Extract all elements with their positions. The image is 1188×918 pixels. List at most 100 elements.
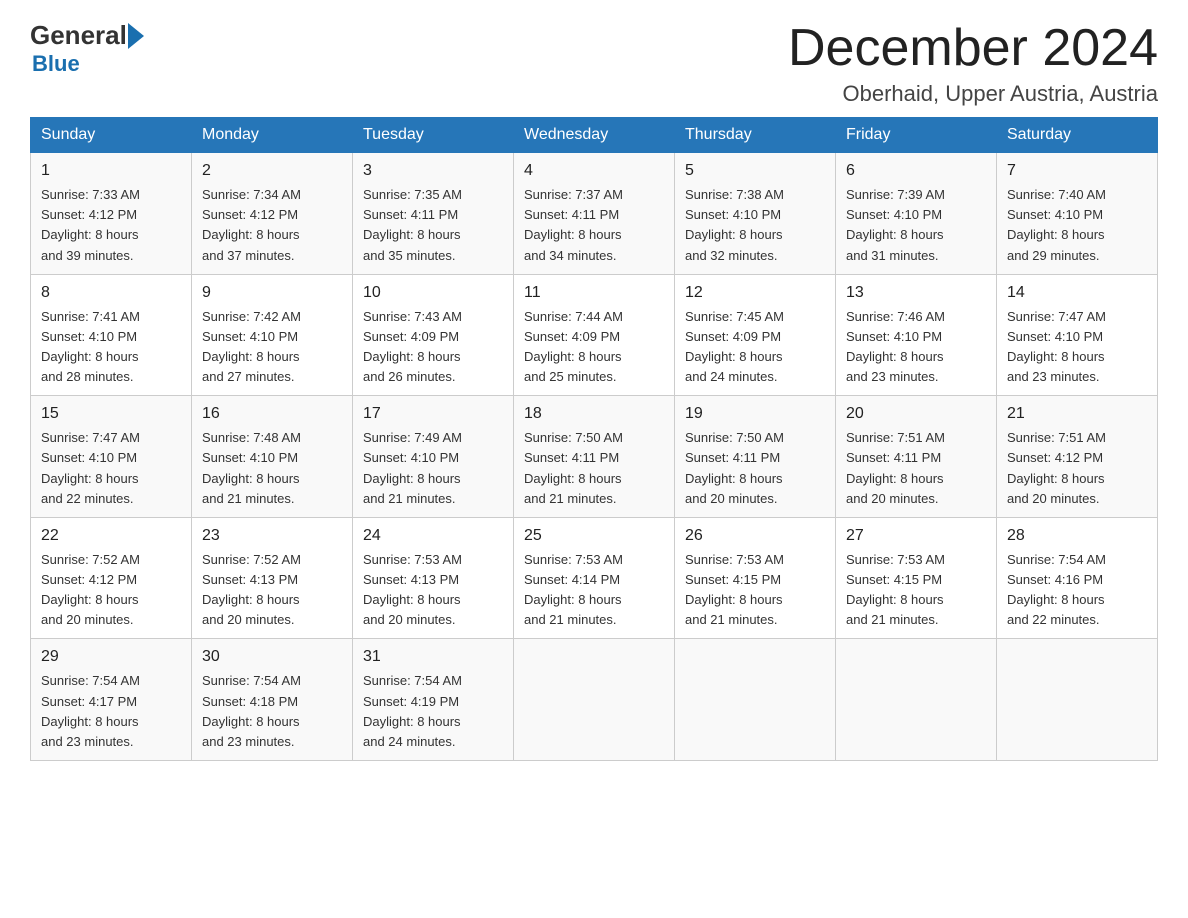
day-info: Sunrise: 7:37 AMSunset: 4:11 PMDaylight:… <box>524 187 623 262</box>
day-number: 18 <box>524 402 664 426</box>
day-number: 1 <box>41 159 181 183</box>
logo: General Blue <box>30 20 144 77</box>
day-info: Sunrise: 7:53 AMSunset: 4:13 PMDaylight:… <box>363 552 462 627</box>
day-number: 7 <box>1007 159 1147 183</box>
page-header: General Blue December 2024 Oberhaid, Upp… <box>30 20 1158 107</box>
day-info: Sunrise: 7:39 AMSunset: 4:10 PMDaylight:… <box>846 187 945 262</box>
calendar-cell: 1 Sunrise: 7:33 AMSunset: 4:12 PMDayligh… <box>31 153 192 275</box>
calendar-week-3: 15 Sunrise: 7:47 AMSunset: 4:10 PMDaylig… <box>31 396 1158 518</box>
calendar-cell: 25 Sunrise: 7:53 AMSunset: 4:14 PMDaylig… <box>514 517 675 639</box>
calendar-cell: 16 Sunrise: 7:48 AMSunset: 4:10 PMDaylig… <box>192 396 353 518</box>
weekday-header-friday: Friday <box>836 118 997 153</box>
day-info: Sunrise: 7:54 AMSunset: 4:16 PMDaylight:… <box>1007 552 1106 627</box>
calendar-cell: 14 Sunrise: 7:47 AMSunset: 4:10 PMDaylig… <box>997 274 1158 396</box>
day-info: Sunrise: 7:52 AMSunset: 4:13 PMDaylight:… <box>202 552 301 627</box>
calendar-cell: 22 Sunrise: 7:52 AMSunset: 4:12 PMDaylig… <box>31 517 192 639</box>
day-info: Sunrise: 7:47 AMSunset: 4:10 PMDaylight:… <box>1007 309 1106 384</box>
day-info: Sunrise: 7:47 AMSunset: 4:10 PMDaylight:… <box>41 430 140 505</box>
weekday-header-saturday: Saturday <box>997 118 1158 153</box>
day-number: 22 <box>41 524 181 548</box>
calendar-cell: 18 Sunrise: 7:50 AMSunset: 4:11 PMDaylig… <box>514 396 675 518</box>
day-info: Sunrise: 7:40 AMSunset: 4:10 PMDaylight:… <box>1007 187 1106 262</box>
calendar-cell: 26 Sunrise: 7:53 AMSunset: 4:15 PMDaylig… <box>675 517 836 639</box>
weekday-header-sunday: Sunday <box>31 118 192 153</box>
day-number: 21 <box>1007 402 1147 426</box>
day-number: 9 <box>202 281 342 305</box>
calendar-cell: 8 Sunrise: 7:41 AMSunset: 4:10 PMDayligh… <box>31 274 192 396</box>
day-info: Sunrise: 7:45 AMSunset: 4:09 PMDaylight:… <box>685 309 784 384</box>
day-info: Sunrise: 7:46 AMSunset: 4:10 PMDaylight:… <box>846 309 945 384</box>
day-number: 24 <box>363 524 503 548</box>
calendar-cell <box>514 639 675 761</box>
calendar-cell: 2 Sunrise: 7:34 AMSunset: 4:12 PMDayligh… <box>192 153 353 275</box>
day-number: 11 <box>524 281 664 305</box>
calendar-table: SundayMondayTuesdayWednesdayThursdayFrid… <box>30 117 1158 761</box>
calendar-week-5: 29 Sunrise: 7:54 AMSunset: 4:17 PMDaylig… <box>31 639 1158 761</box>
calendar-cell <box>997 639 1158 761</box>
weekday-header-monday: Monday <box>192 118 353 153</box>
day-info: Sunrise: 7:38 AMSunset: 4:10 PMDaylight:… <box>685 187 784 262</box>
day-number: 4 <box>524 159 664 183</box>
calendar-cell <box>675 639 836 761</box>
day-number: 8 <box>41 281 181 305</box>
day-number: 5 <box>685 159 825 183</box>
calendar-cell: 17 Sunrise: 7:49 AMSunset: 4:10 PMDaylig… <box>353 396 514 518</box>
calendar-cell: 13 Sunrise: 7:46 AMSunset: 4:10 PMDaylig… <box>836 274 997 396</box>
day-number: 27 <box>846 524 986 548</box>
day-info: Sunrise: 7:43 AMSunset: 4:09 PMDaylight:… <box>363 309 462 384</box>
calendar-cell: 21 Sunrise: 7:51 AMSunset: 4:12 PMDaylig… <box>997 396 1158 518</box>
day-info: Sunrise: 7:54 AMSunset: 4:18 PMDaylight:… <box>202 673 301 748</box>
weekday-header-row: SundayMondayTuesdayWednesdayThursdayFrid… <box>31 118 1158 153</box>
calendar-cell: 20 Sunrise: 7:51 AMSunset: 4:11 PMDaylig… <box>836 396 997 518</box>
day-info: Sunrise: 7:42 AMSunset: 4:10 PMDaylight:… <box>202 309 301 384</box>
day-info: Sunrise: 7:34 AMSunset: 4:12 PMDaylight:… <box>202 187 301 262</box>
day-info: Sunrise: 7:51 AMSunset: 4:11 PMDaylight:… <box>846 430 945 505</box>
day-number: 17 <box>363 402 503 426</box>
logo-general-text: General <box>30 20 127 51</box>
calendar-cell: 19 Sunrise: 7:50 AMSunset: 4:11 PMDaylig… <box>675 396 836 518</box>
calendar-cell: 12 Sunrise: 7:45 AMSunset: 4:09 PMDaylig… <box>675 274 836 396</box>
day-number: 16 <box>202 402 342 426</box>
day-number: 25 <box>524 524 664 548</box>
day-number: 15 <box>41 402 181 426</box>
day-number: 26 <box>685 524 825 548</box>
day-number: 30 <box>202 645 342 669</box>
day-info: Sunrise: 7:51 AMSunset: 4:12 PMDaylight:… <box>1007 430 1106 505</box>
calendar-cell: 31 Sunrise: 7:54 AMSunset: 4:19 PMDaylig… <box>353 639 514 761</box>
calendar-cell: 11 Sunrise: 7:44 AMSunset: 4:09 PMDaylig… <box>514 274 675 396</box>
day-number: 20 <box>846 402 986 426</box>
calendar-week-1: 1 Sunrise: 7:33 AMSunset: 4:12 PMDayligh… <box>31 153 1158 275</box>
calendar-cell: 30 Sunrise: 7:54 AMSunset: 4:18 PMDaylig… <box>192 639 353 761</box>
day-number: 31 <box>363 645 503 669</box>
calendar-cell: 15 Sunrise: 7:47 AMSunset: 4:10 PMDaylig… <box>31 396 192 518</box>
day-number: 3 <box>363 159 503 183</box>
location-subtitle: Oberhaid, Upper Austria, Austria <box>788 81 1158 107</box>
day-number: 14 <box>1007 281 1147 305</box>
calendar-cell: 23 Sunrise: 7:52 AMSunset: 4:13 PMDaylig… <box>192 517 353 639</box>
calendar-week-2: 8 Sunrise: 7:41 AMSunset: 4:10 PMDayligh… <box>31 274 1158 396</box>
calendar-cell: 3 Sunrise: 7:35 AMSunset: 4:11 PMDayligh… <box>353 153 514 275</box>
day-number: 19 <box>685 402 825 426</box>
day-info: Sunrise: 7:50 AMSunset: 4:11 PMDaylight:… <box>524 430 623 505</box>
calendar-cell: 4 Sunrise: 7:37 AMSunset: 4:11 PMDayligh… <box>514 153 675 275</box>
day-number: 10 <box>363 281 503 305</box>
logo-triangle-icon <box>128 23 144 49</box>
day-number: 28 <box>1007 524 1147 548</box>
calendar-cell: 28 Sunrise: 7:54 AMSunset: 4:16 PMDaylig… <box>997 517 1158 639</box>
calendar-cell: 7 Sunrise: 7:40 AMSunset: 4:10 PMDayligh… <box>997 153 1158 275</box>
weekday-header-wednesday: Wednesday <box>514 118 675 153</box>
day-info: Sunrise: 7:53 AMSunset: 4:14 PMDaylight:… <box>524 552 623 627</box>
day-info: Sunrise: 7:49 AMSunset: 4:10 PMDaylight:… <box>363 430 462 505</box>
day-info: Sunrise: 7:41 AMSunset: 4:10 PMDaylight:… <box>41 309 140 384</box>
weekday-header-thursday: Thursday <box>675 118 836 153</box>
day-info: Sunrise: 7:48 AMSunset: 4:10 PMDaylight:… <box>202 430 301 505</box>
day-number: 6 <box>846 159 986 183</box>
calendar-cell: 9 Sunrise: 7:42 AMSunset: 4:10 PMDayligh… <box>192 274 353 396</box>
calendar-cell: 29 Sunrise: 7:54 AMSunset: 4:17 PMDaylig… <box>31 639 192 761</box>
month-title: December 2024 <box>788 20 1158 77</box>
day-info: Sunrise: 7:52 AMSunset: 4:12 PMDaylight:… <box>41 552 140 627</box>
day-info: Sunrise: 7:44 AMSunset: 4:09 PMDaylight:… <box>524 309 623 384</box>
day-info: Sunrise: 7:53 AMSunset: 4:15 PMDaylight:… <box>685 552 784 627</box>
day-info: Sunrise: 7:54 AMSunset: 4:17 PMDaylight:… <box>41 673 140 748</box>
day-info: Sunrise: 7:54 AMSunset: 4:19 PMDaylight:… <box>363 673 462 748</box>
